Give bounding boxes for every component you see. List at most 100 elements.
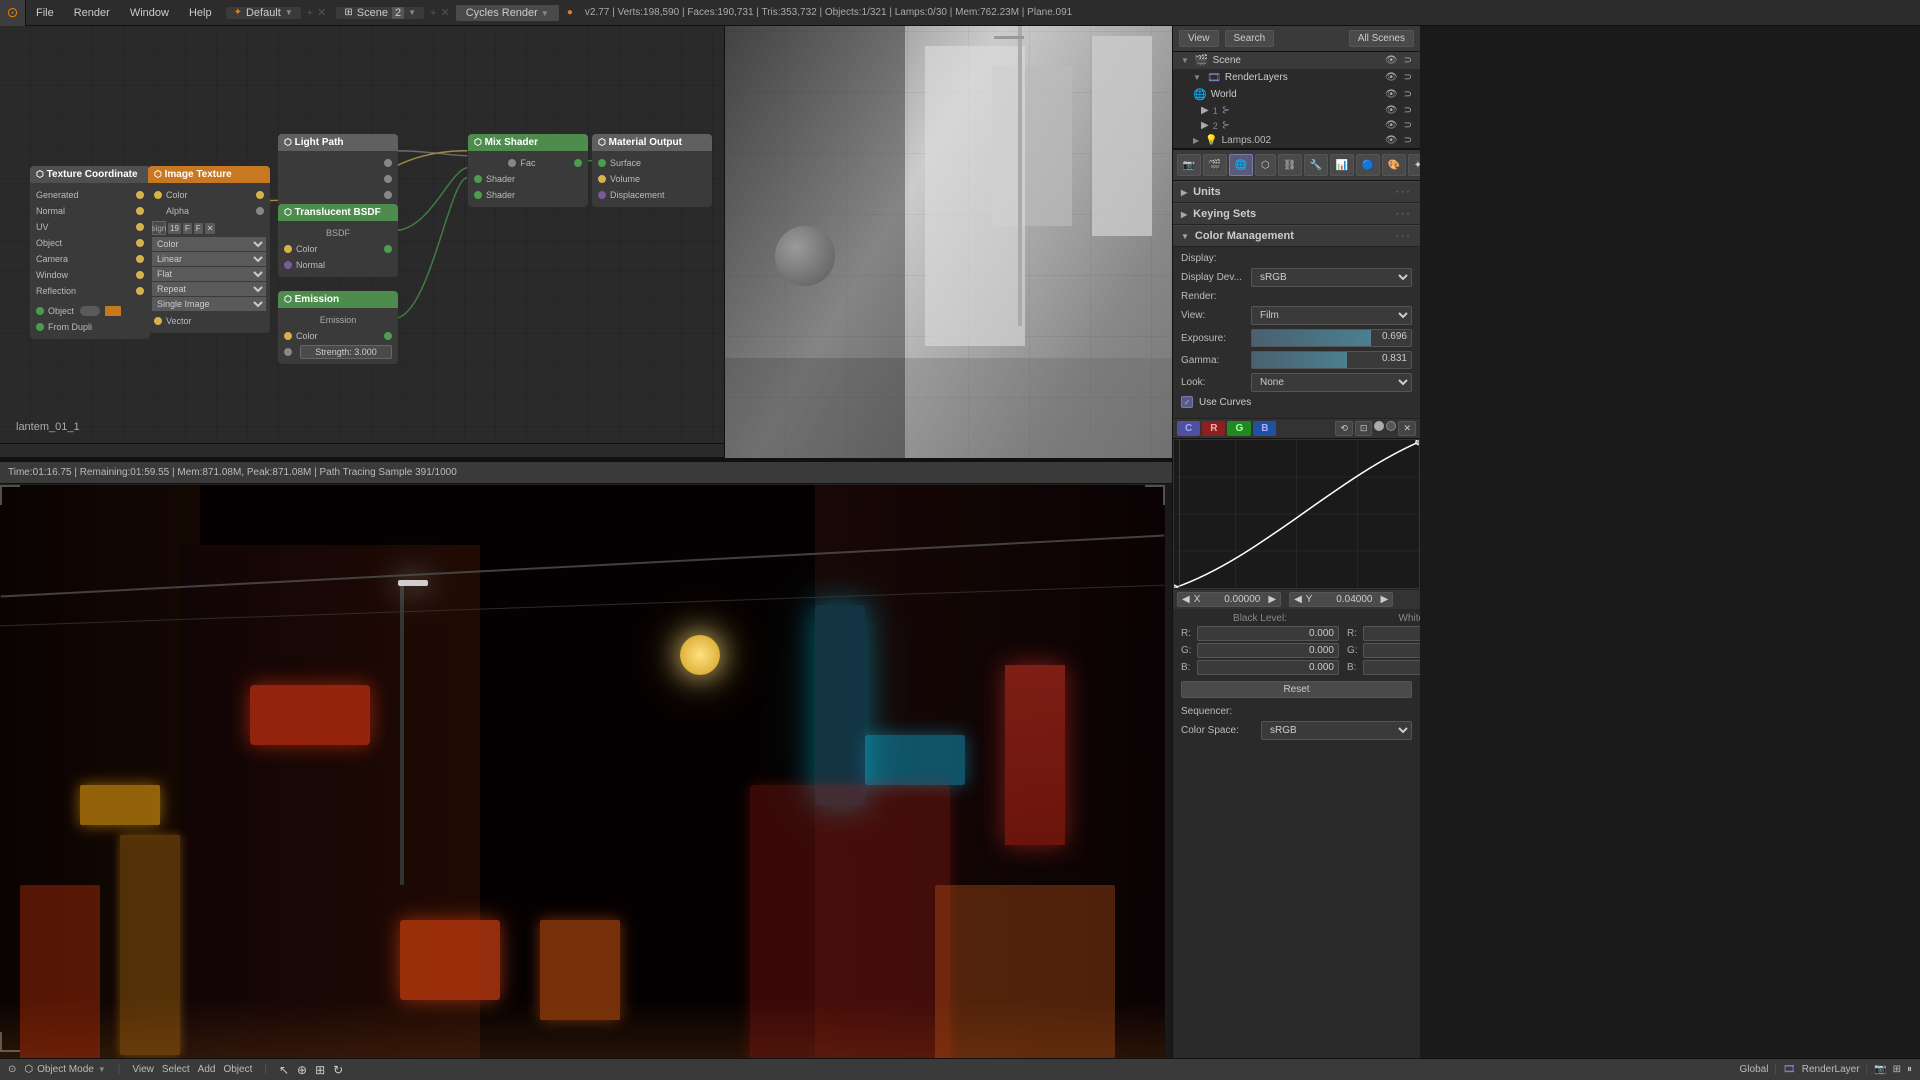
scene-row[interactable]: ▼ 🎬 Scene 👁 ⊃: [1173, 52, 1420, 69]
black-r-input[interactable]: [1197, 626, 1339, 641]
strength-value[interactable]: Strength: 3.000: [300, 345, 392, 359]
black-b-input[interactable]: [1197, 660, 1339, 675]
node-canvas[interactable]: ⬡ Texture Coordinate Generated Normal UV…: [0, 26, 724, 457]
render-icon[interactable]: ⊞: [1893, 1064, 1901, 1075]
prop-scene-icon[interactable]: 🎬: [1203, 154, 1227, 176]
scale-icon[interactable]: ⊞: [315, 1063, 325, 1077]
curve-tab-r[interactable]: R: [1202, 421, 1225, 436]
prop-particle-icon[interactable]: ✦: [1408, 154, 1420, 176]
black-level-title: Black Level:: [1181, 613, 1339, 624]
black-g-row: G:: [1181, 643, 1339, 658]
img-color-select[interactable]: Color: [152, 237, 266, 251]
add-menu[interactable]: Add: [198, 1064, 216, 1075]
curve-tools: ⟲ ⊡ · ✕: [1335, 421, 1416, 436]
img-proj-select[interactable]: Flat: [152, 267, 266, 281]
curve-tab-b[interactable]: B: [1253, 421, 1276, 436]
prop-data-icon[interactable]: 📊: [1330, 154, 1354, 176]
prop-object-icon[interactable]: ⬡: [1255, 154, 1276, 176]
menu-file[interactable]: File: [26, 3, 64, 23]
blender-logo: ⊙: [0, 0, 26, 26]
prop-render-icon[interactable]: 📷: [1177, 154, 1201, 176]
y-coord-input[interactable]: [1316, 593, 1376, 606]
white-r-input[interactable]: [1363, 626, 1420, 641]
exposure-slider[interactable]: 0.696: [1251, 329, 1412, 347]
gamma-slider[interactable]: 0.831: [1251, 351, 1412, 369]
world-row[interactable]: 🌐 World 👁 ⊃: [1173, 86, 1420, 103]
img-image-select[interactable]: Single Image: [152, 297, 266, 311]
prop-texture-icon[interactable]: 🎨: [1382, 154, 1406, 176]
curve-point-tool[interactable]: [1386, 421, 1396, 431]
render-engine-selector[interactable]: Cycles Render ▼: [456, 5, 559, 21]
color-management-content: Display: Display Dev... sRGB Render: Vie…: [1173, 247, 1420, 419]
global-label[interactable]: Global: [1740, 1064, 1769, 1075]
node-light-path[interactable]: ⬡ Light Path: [278, 134, 398, 207]
node-image-texture[interactable]: ⬡ Image Texture Color Alpha sign 19 F F: [148, 166, 270, 333]
cursor-icon[interactable]: ↖: [279, 1063, 289, 1077]
keying-sets-section-header[interactable]: ▶ Keying Sets ···: [1173, 203, 1420, 225]
curves-canvas[interactable]: [1173, 439, 1420, 589]
sequencer-section: Sequencer: Color Space: sRGB: [1173, 702, 1420, 748]
view-menu[interactable]: View: [132, 1064, 154, 1075]
layer1-row[interactable]: ▶ 1 ⊱ 👁 ⊃: [1173, 103, 1420, 118]
use-curves-row[interactable]: ✓ Use Curves: [1181, 396, 1412, 408]
look-select[interactable]: None: [1251, 373, 1412, 392]
reset-button[interactable]: Reset: [1181, 681, 1412, 698]
black-b-label: B:: [1181, 662, 1193, 673]
view-select[interactable]: Film: [1251, 306, 1412, 325]
prop-constraint-icon[interactable]: ⛓: [1278, 154, 1302, 176]
pause-icon[interactable]: ⏸: [1907, 1064, 1912, 1075]
prop-modifier-icon[interactable]: 🔧: [1304, 154, 1328, 176]
mode-label: Object Mode: [37, 1064, 94, 1075]
lamps-row[interactable]: ▶ 💡 Lamps.002 👁 ⊃: [1173, 133, 1420, 148]
curve-tab-g[interactable]: G: [1227, 421, 1251, 436]
viewport-3d[interactable]: [725, 26, 1172, 458]
info-bar: v2.77 | Verts:198,590 | Faces:190,731 | …: [577, 7, 1920, 18]
use-curves-checkbox[interactable]: ✓: [1181, 396, 1193, 408]
curve-tab-c[interactable]: C: [1177, 421, 1200, 436]
display-dev-select[interactable]: sRGB: [1251, 268, 1412, 287]
search-btn[interactable]: Search: [1225, 30, 1275, 47]
white-g-input[interactable]: [1363, 643, 1420, 658]
rotate-icon[interactable]: ↻: [333, 1063, 343, 1077]
black-g-input[interactable]: [1197, 643, 1339, 658]
node-texture-coord[interactable]: ⬡ Texture Coordinate Generated Normal UV…: [30, 166, 150, 339]
img-ext-select[interactable]: Repeat: [152, 282, 266, 296]
view-btn[interactable]: View: [1179, 30, 1219, 47]
white-g-row: G:: [1347, 643, 1420, 658]
sequencer-label: Sequencer:: [1181, 706, 1261, 717]
x-label: X: [1194, 594, 1201, 605]
curve-close-tool[interactable]: ✕: [1398, 421, 1416, 436]
node-emission[interactable]: ⬡ Emission Emission Color Strength: 3.00…: [278, 291, 398, 364]
menu-render[interactable]: Render: [64, 3, 120, 23]
display-dev-label: Display Dev...: [1181, 272, 1251, 283]
node-mix-shader[interactable]: ⬡ Mix Shader Fac Shader Shader: [468, 134, 588, 207]
curve-zoom-tool[interactable]: ⊡: [1355, 421, 1373, 436]
color-management-section-header[interactable]: ▼ Color Management ···: [1173, 225, 1420, 247]
layout-selector[interactable]: ✦ Default ▼: [226, 7, 301, 19]
node-translucent-bsdf[interactable]: ⬡ Translucent BSDF BSDF Color Normal: [278, 204, 398, 277]
units-section-header[interactable]: ▶ Units ···: [1173, 181, 1420, 203]
prop-world-icon[interactable]: 🌐: [1229, 154, 1253, 176]
curve-reset-tool[interactable]: ⟲: [1335, 421, 1353, 436]
color-space-select[interactable]: sRGB: [1261, 721, 1412, 740]
x-coord-input[interactable]: [1204, 593, 1264, 606]
scene-selector[interactable]: ⊞ Scene 2 ▼: [336, 7, 424, 19]
layer2-row[interactable]: ▶ 2 ⊱ 👁 ⊃: [1173, 118, 1420, 133]
node-material-output[interactable]: ⬡ Material Output Surface Volume Displac…: [592, 134, 712, 207]
render-view: (43) Plane.091: [0, 484, 1165, 1080]
img-interp-select[interactable]: Linear: [152, 252, 266, 266]
white-level-col: White Level: R: G: B:: [1347, 613, 1420, 677]
render-layers-row[interactable]: ▼ 🎞 RenderLayers 👁 ⊃: [1173, 69, 1420, 86]
camera-icon[interactable]: 📷: [1874, 1064, 1886, 1075]
mode-selector[interactable]: ⬡ Object Mode ▼: [24, 1064, 105, 1075]
all-scenes-btn[interactable]: All Scenes: [1349, 30, 1414, 47]
sequencer-row: Sequencer:: [1181, 706, 1412, 717]
select-menu[interactable]: Select: [162, 1064, 190, 1075]
prop-material-icon[interactable]: 🔵: [1356, 154, 1380, 176]
curve-brush-tool[interactable]: ·: [1374, 421, 1384, 431]
object-menu[interactable]: Object: [223, 1064, 252, 1075]
menu-window[interactable]: Window: [120, 3, 179, 23]
menu-help[interactable]: Help: [179, 3, 222, 23]
transform-icon[interactable]: ⊕: [297, 1063, 307, 1077]
white-b-input[interactable]: [1363, 660, 1420, 675]
